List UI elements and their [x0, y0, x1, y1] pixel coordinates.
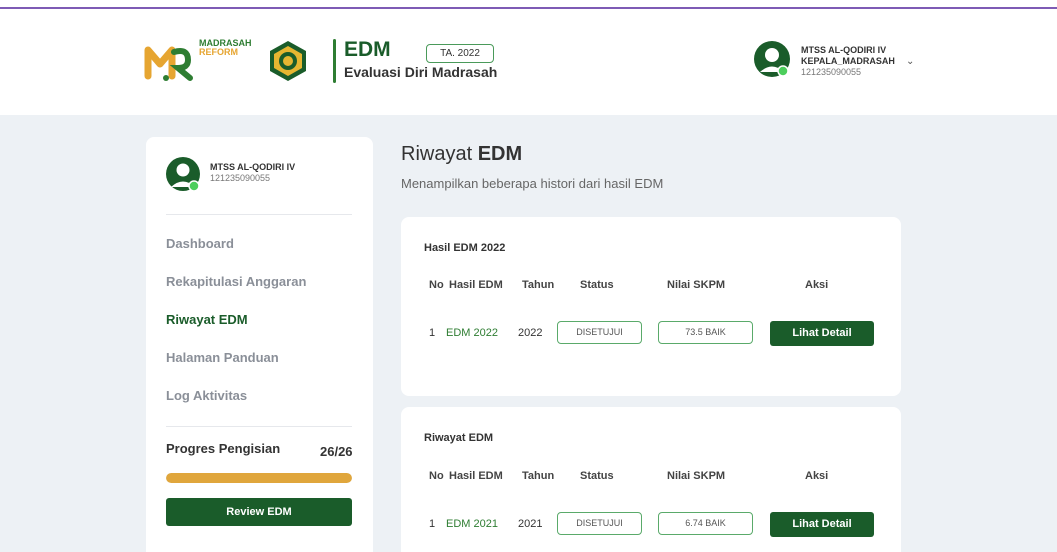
row-number: 1 — [429, 518, 436, 530]
app-short-title: EDM — [344, 38, 391, 61]
sidebar-divider — [166, 426, 352, 427]
column-header-no: No — [429, 279, 444, 291]
page-description: Menampilkan beberapa histori dari hasil … — [401, 176, 664, 191]
column-header-hasil-edm: Hasil EDM — [449, 279, 503, 291]
page-title-bold: EDM — [477, 143, 523, 165]
column-header-aksi: Aksi — [805, 279, 829, 291]
column-header-status: Status — [580, 470, 614, 482]
user-menu-chevron-down-icon[interactable]: ⌄ — [906, 56, 914, 67]
sidebar: MTSS AL-QODIRI IV 121235090055 Dashboard… — [146, 137, 373, 552]
column-header-hasil-edm: Hasil EDM — [449, 470, 503, 482]
column-header-no: No — [429, 470, 444, 482]
status-badge: DISETUJUI — [557, 512, 642, 535]
user-name: MTSS AL-QODIRI IV — [801, 45, 887, 55]
card-title: Riwayat EDM — [424, 432, 494, 444]
app-header: MADRASAH REFORM EDM Evaluasi Diri Madras… — [0, 9, 1057, 115]
column-header-nilai-skpm: Nilai SKPM — [667, 279, 726, 291]
user-avatar-icon[interactable] — [754, 41, 790, 77]
year-badge: TA. 2022 — [426, 44, 494, 63]
row-tahun: 2022 — [518, 327, 543, 339]
kemenag-emblem-icon — [270, 41, 306, 81]
sidebar-divider — [166, 214, 352, 215]
hasil-edm-card: Hasil EDM 2022 No Hasil EDM Tahun Status… — [401, 217, 901, 396]
row-number: 1 — [429, 327, 436, 339]
madrasah-reform-wordmark: MADRASAH REFORM — [199, 39, 252, 57]
profile-id: 121235090055 — [210, 173, 271, 183]
app-full-title: Evaluasi Diri Madrasah — [344, 64, 498, 80]
column-header-aksi: Aksi — [805, 470, 829, 482]
card-title: Hasil EDM 2022 — [424, 242, 506, 254]
column-header-tahun: Tahun — [522, 470, 555, 482]
sidebar-item-riwayat-edm[interactable]: Riwayat EDM — [166, 312, 248, 327]
page-title-prefix: Riwayat — [401, 143, 473, 165]
header-divider — [333, 39, 336, 83]
page-title: Riwayat EDM — [401, 143, 522, 166]
sidebar-item-halaman-panduan[interactable]: Halaman Panduan — [166, 350, 279, 365]
progress-count: 26/26 — [320, 444, 353, 459]
profile-name: MTSS AL-QODIRI IV — [210, 162, 296, 172]
progress-bar — [166, 473, 352, 483]
sidebar-item-rekapitulasi-anggaran[interactable]: Rekapitulasi Anggaran — [166, 274, 306, 289]
progress-label: Progres Pengisian — [166, 441, 281, 456]
column-header-tahun: Tahun — [522, 279, 555, 291]
row-hasil-edm-link[interactable]: EDM 2022 — [446, 327, 498, 339]
sidebar-item-log-aktivitas[interactable]: Log Aktivitas — [166, 388, 247, 403]
logo-line2: REFORM — [199, 47, 238, 57]
user-role: KEPALA_MADRASAH — [801, 56, 895, 66]
review-edm-button[interactable]: Review EDM — [166, 498, 352, 526]
column-header-status: Status — [580, 279, 614, 291]
lihat-detail-button[interactable]: Lihat Detail — [770, 512, 874, 537]
madrasah-reform-logo-icon — [144, 46, 193, 81]
riwayat-edm-card: Riwayat EDM No Hasil EDM Tahun Status Ni… — [401, 407, 901, 552]
user-id: 121235090055 — [801, 67, 862, 77]
nilai-skpm-badge: 73.5 BAIK — [658, 321, 753, 344]
sidebar-item-dashboard[interactable]: Dashboard — [166, 236, 234, 251]
nilai-skpm-badge: 6.74 BAIK — [658, 512, 753, 535]
progress-bar-fill — [166, 473, 352, 483]
lihat-detail-button[interactable]: Lihat Detail — [770, 321, 874, 346]
row-tahun: 2021 — [518, 518, 543, 530]
profile-avatar-icon — [166, 157, 200, 192]
row-hasil-edm-link[interactable]: EDM 2021 — [446, 518, 498, 530]
status-badge: DISETUJUI — [557, 321, 642, 344]
column-header-nilai-skpm: Nilai SKPM — [667, 470, 726, 482]
